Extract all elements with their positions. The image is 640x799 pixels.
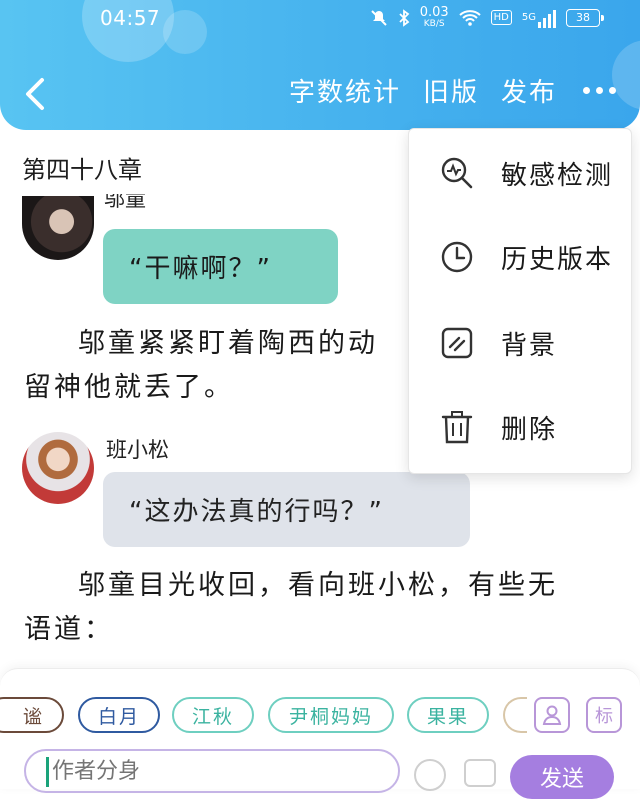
more-menu-button[interactable] [583, 87, 616, 94]
story-paragraph[interactable]: 邬童紧紧盯着陶西的动 留神他就丢了。 [24, 322, 414, 410]
menu-label: 背景 [501, 330, 558, 361]
network-speed-unit: KB/S [423, 19, 445, 29]
signal-label: 5G [521, 11, 536, 23]
paragraph-line: 留神他就丢了。 [24, 372, 234, 403]
paragraph-line: 邬童紧紧盯着陶西的动 [78, 328, 378, 359]
character-chip[interactable]: 尹桐妈妈 [268, 697, 394, 733]
status-time: 04:57 [100, 6, 161, 30]
decorative-bubble [612, 40, 640, 110]
character-chip[interactable]: 江秋 [172, 697, 254, 733]
character-chip[interactable]: 谧 [0, 697, 64, 733]
menu-item-background[interactable]: 背景 [409, 303, 631, 383]
character-chips: 谧 白月 江秋 尹桐妈妈 果果 标 [0, 697, 640, 737]
composer-panel: 谧 白月 江秋 尹桐妈妈 果果 标 发送 [0, 668, 640, 799]
clock-icon [441, 241, 473, 273]
app-header: 04:57 0.03 KB/S HD 5G 38 字数统计 旧版 发布 [0, 0, 640, 130]
menu-item-delete[interactable]: 删除 [409, 387, 631, 467]
publish-button[interactable]: 发布 [501, 72, 557, 109]
status-icons: 0.03 KB/S HD 5G 38 [370, 6, 604, 29]
background-icon [441, 327, 473, 359]
send-button[interactable]: 发送 [510, 755, 614, 799]
dot [583, 87, 590, 94]
character-chip[interactable]: 果果 [407, 697, 489, 733]
story-paragraph[interactable]: 邬童目光收回，看向班小松，有些无 语道： [24, 564, 614, 652]
back-button[interactable] [18, 74, 52, 114]
speaker-name: 班小松 [106, 438, 169, 462]
dialogue-bubble[interactable]: “干嘛啊？” [103, 229, 338, 304]
add-character-button[interactable] [534, 697, 570, 733]
speaker-name: 邬童 [104, 194, 146, 210]
avatar[interactable] [22, 196, 94, 260]
text-caret [46, 757, 49, 787]
nav-actions: 字数统计 旧版 发布 [289, 72, 616, 109]
author-input[interactable] [24, 749, 400, 793]
image-icon[interactable] [464, 759, 496, 787]
paragraph-line: 邬童目光收回，看向班小松，有些无 [78, 570, 558, 601]
bluetooth-icon [399, 8, 410, 27]
battery-indicator: 38 [566, 8, 604, 27]
signal-5g: 5G [522, 8, 556, 28]
decorative-bubble [163, 10, 207, 54]
dot [609, 87, 616, 94]
character-chip-partial[interactable] [503, 697, 527, 733]
network-speed-value: 0.03 [419, 5, 449, 20]
menu-label: 历史版本 [501, 244, 614, 275]
network-speed: 0.03 KB/S [420, 6, 449, 29]
chapter-title[interactable]: 第四十八章 [22, 150, 142, 185]
dialogue-bubble[interactable]: “这办法真的行吗？” [103, 472, 470, 547]
menu-item-history[interactable]: 历史版本 [409, 217, 631, 297]
search-wave-icon [441, 157, 473, 189]
emoji-icon[interactable] [414, 759, 446, 791]
input-row: 发送 [0, 749, 640, 799]
wifi-icon [458, 9, 481, 26]
person-icon [542, 705, 562, 725]
word-count-button[interactable]: 字数统计 [289, 72, 401, 109]
character-chip[interactable]: 白月 [78, 697, 160, 733]
hd-badge: HD [490, 10, 512, 25]
menu-item-sensitive-check[interactable]: 敏感检测 [409, 133, 631, 213]
dot [596, 87, 603, 94]
mute-icon [370, 9, 387, 26]
avatar[interactable] [22, 432, 94, 504]
more-dropdown-menu: 敏感检测 历史版本 背景 删除 [408, 128, 632, 474]
trash-icon [441, 411, 473, 444]
old-version-button[interactable]: 旧版 [423, 72, 479, 109]
menu-label: 删除 [501, 414, 558, 445]
menu-label: 敏感检测 [501, 160, 614, 191]
paragraph-line: 语道： [24, 614, 114, 645]
tag-button[interactable]: 标 [586, 697, 622, 733]
